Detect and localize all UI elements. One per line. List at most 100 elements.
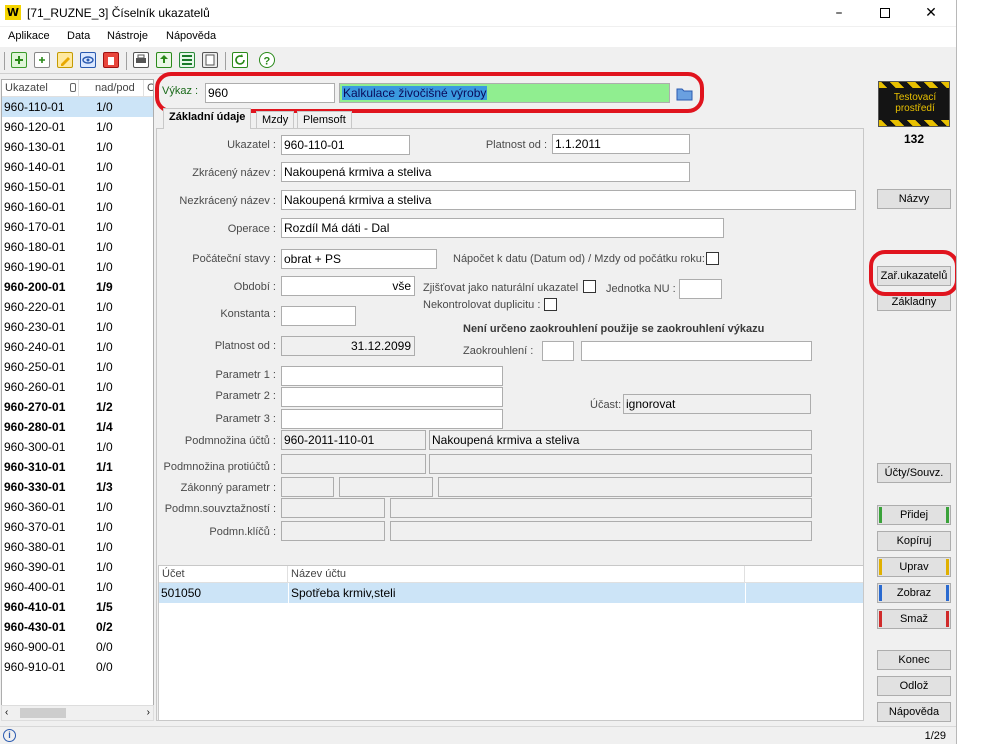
zakonny-parametr-field3[interactable] — [438, 477, 812, 497]
podmnozina-protiuctu-code-field[interactable] — [281, 454, 426, 474]
list-item[interactable]: 960-410-01 1/5 — [2, 597, 153, 617]
smaz-button[interactable]: Smaž — [877, 609, 951, 629]
konstanta-field[interactable] — [281, 306, 356, 326]
maximize-button[interactable] — [862, 0, 908, 26]
list-item[interactable]: 960-250-01 1/0 — [2, 357, 153, 377]
close-button[interactable]: ✕ — [908, 0, 954, 26]
scroll-left-icon[interactable]: ‹ — [5, 706, 8, 720]
list-item[interactable]: 960-280-01 1/4 — [2, 417, 153, 437]
pridej-button[interactable]: Přidej — [877, 505, 951, 525]
pocatecni-stavy-field[interactable]: obrat + PS — [281, 249, 437, 269]
ucty-souvz-button[interactable]: Účty/Souvz. — [877, 463, 951, 483]
table-row[interactable]: 501050 Spotřeba krmiv,steli — [159, 583, 863, 603]
zakladny-button[interactable]: Základny — [877, 294, 951, 311]
nekontrolovat-checkbox[interactable] — [544, 298, 557, 311]
tab-zakladni-udaje[interactable]: Základní údaje — [163, 108, 252, 129]
list-horizontal-scrollbar[interactable]: ‹ › — [1, 705, 154, 721]
list-item[interactable]: 960-430-01 0/2 — [2, 617, 153, 637]
copy-icon[interactable] — [34, 52, 50, 68]
list-item[interactable]: 960-230-01 1/0 — [2, 317, 153, 337]
list-item[interactable]: 960-240-01 1/0 — [2, 337, 153, 357]
podmnozina-uctu-name-field[interactable]: Nakoupená krmiva a steliva — [429, 430, 812, 450]
nazvy-button[interactable]: Názvy — [877, 189, 951, 209]
zaokrouhleni-field[interactable] — [542, 341, 574, 361]
list-item[interactable]: 960-110-01 1/0 — [2, 97, 153, 117]
zjistovat-checkbox[interactable] — [583, 280, 596, 293]
konec-button[interactable]: Konec — [877, 650, 951, 670]
list-item[interactable]: 960-910-01 0/0 — [2, 657, 153, 677]
list-item[interactable]: 960-260-01 1/0 — [2, 377, 153, 397]
document-icon[interactable] — [202, 52, 218, 68]
list-item[interactable]: 960-120-01 1/0 — [2, 117, 153, 137]
list-header-ukazatel[interactable]: Ukazatel — [2, 80, 79, 97]
list-header-c[interactable]: C — [144, 80, 153, 97]
minimize-button[interactable]: – — [816, 0, 862, 26]
list-item[interactable]: 960-390-01 1/0 — [2, 557, 153, 577]
list-item[interactable]: 960-170-01 1/0 — [2, 217, 153, 237]
list-item[interactable]: 960-380-01 1/0 — [2, 537, 153, 557]
list-item[interactable]: 960-130-01 1/0 — [2, 137, 153, 157]
scroll-right-icon[interactable]: › — [147, 706, 150, 720]
list-item[interactable]: 960-140-01 1/0 — [2, 157, 153, 177]
menu-napoveda[interactable]: Nápověda — [166, 30, 216, 42]
klicu-field1[interactable] — [281, 521, 385, 541]
list-item[interactable]: 960-300-01 1/0 — [2, 437, 153, 457]
napocet-checkbox[interactable] — [706, 252, 719, 265]
zakonny-parametr-field2[interactable] — [339, 477, 433, 497]
odloz-button[interactable]: Odlož — [877, 676, 951, 696]
edit-icon[interactable] — [57, 52, 73, 68]
list-item[interactable]: 960-330-01 1/3 — [2, 477, 153, 497]
list-item[interactable]: 960-370-01 1/0 — [2, 517, 153, 537]
menu-data[interactable]: Data — [67, 30, 90, 42]
list-item[interactable]: 960-360-01 1/0 — [2, 497, 153, 517]
tab-plemsoft[interactable]: Plemsoft — [297, 111, 352, 129]
platnost-do-field[interactable]: 31.12.2099 — [281, 336, 415, 356]
zkraceny-nazev-field[interactable]: Nakoupená krmiva a steliva — [281, 162, 690, 182]
klicu-field2[interactable] — [390, 521, 812, 541]
ucast-field[interactable]: ignorovat — [623, 394, 811, 414]
ukazatel-field[interactable]: 960-110-01 — [281, 135, 410, 155]
view-icon[interactable] — [80, 52, 96, 68]
list-icon[interactable] — [179, 52, 195, 68]
zobraz-button[interactable]: Zobraz — [877, 583, 951, 603]
zaokrouhleni-text-field[interactable] — [581, 341, 812, 361]
kopiruj-button[interactable]: Kopíruj — [877, 531, 951, 551]
grid-header-ucet[interactable]: Účet — [159, 566, 288, 583]
add-icon[interactable] — [11, 52, 27, 68]
ukazatel-list[interactable]: Ukazatel nad/pod C 960-110-011/0960-120-… — [1, 79, 154, 721]
jednotka-nu-field[interactable] — [679, 279, 722, 299]
parametr3-field[interactable] — [281, 409, 503, 429]
menu-nastroje[interactable]: Nástroje — [107, 30, 148, 42]
souvztaznosti-field2[interactable] — [390, 498, 812, 518]
list-item[interactable]: 960-400-01 1/0 — [2, 577, 153, 597]
menu-aplikace[interactable]: Aplikace — [8, 30, 50, 42]
obdobi-field[interactable]: vše — [281, 276, 415, 296]
list-item[interactable]: 960-150-01 1/0 — [2, 177, 153, 197]
list-item[interactable]: 960-270-01 1/2 — [2, 397, 153, 417]
napoveda-button[interactable]: Nápověda — [877, 702, 951, 722]
operace-field[interactable]: Rozdíl Má dáti - Dal — [281, 218, 724, 238]
export-icon[interactable] — [156, 52, 172, 68]
refresh-icon[interactable] — [232, 52, 248, 68]
parametr1-field[interactable] — [281, 366, 503, 386]
list-item[interactable]: 960-220-01 1/0 — [2, 297, 153, 317]
souvztaznosti-field1[interactable] — [281, 498, 385, 518]
zakonny-parametr-field1[interactable] — [281, 477, 334, 497]
platnost-od-field[interactable]: 1.1.2011 — [552, 134, 690, 154]
grid-header-nazev-uctu[interactable]: Název účtu — [288, 566, 745, 583]
uprav-button[interactable]: Uprav — [877, 557, 951, 577]
parametr2-field[interactable] — [281, 387, 503, 407]
list-header-nadpod[interactable]: nad/pod — [79, 80, 144, 97]
podmnozina-protiuctu-name-field[interactable] — [429, 454, 812, 474]
tab-mzdy[interactable]: Mzdy — [256, 111, 295, 129]
list-item[interactable]: 960-900-01 0/0 — [2, 637, 153, 657]
info-icon[interactable]: i — [3, 729, 16, 742]
print-icon[interactable] — [133, 52, 149, 68]
list-item[interactable]: 960-160-01 1/0 — [2, 197, 153, 217]
help-icon[interactable]: ? — [259, 52, 275, 68]
delete-icon[interactable] — [103, 52, 119, 68]
podmnozina-uctu-code-field[interactable]: 960-2011-110-01 — [281, 430, 426, 450]
list-item[interactable]: 960-200-01 1/9 — [2, 277, 153, 297]
nezkraceny-nazev-field[interactable]: Nakoupená krmiva a steliva — [281, 190, 856, 210]
list-item[interactable]: 960-180-01 1/0 — [2, 237, 153, 257]
